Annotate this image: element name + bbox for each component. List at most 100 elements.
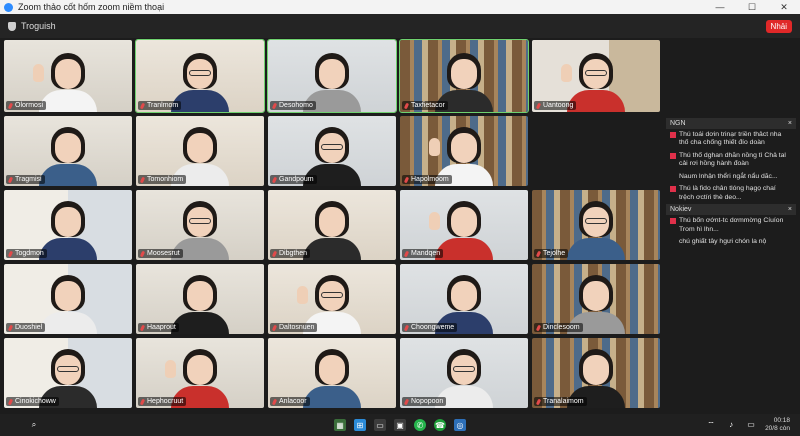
participant-name: Daltosnuen (279, 324, 315, 331)
chat-message-text: Thú bốn ơớnt-tc dơmmờng Cíuíon Trom hì l… (679, 217, 784, 233)
participant-name-label: Uantoong (534, 101, 577, 110)
taskbar-clock[interactable]: 00:18 20/8 còn (765, 417, 790, 433)
video-gallery: Olormosi Tranlmom Desohomo Taxfietacor Uanto… (4, 39, 664, 410)
participant-name: Moosesrut (147, 250, 180, 257)
search-icon[interactable]: ⌕ (28, 419, 40, 431)
participant-video (39, 272, 97, 334)
video-tile[interactable]: Tranlmom (135, 39, 265, 113)
participant-name-label: Taxfietacor (402, 101, 448, 110)
participant-name-label: Tragmisi (6, 175, 45, 184)
participant-video (39, 124, 97, 186)
chat-header-label: Nokiev (670, 206, 692, 214)
participant-name: Duoshiel (15, 324, 43, 331)
video-tile[interactable]: Desohomo (267, 39, 397, 113)
video-tile[interactable]: Tragmisi (4, 116, 132, 186)
volume-icon[interactable]: ♪ (725, 419, 737, 431)
video-tile[interactable]: Hapolmoom (400, 116, 528, 186)
close-icon[interactable]: × (788, 206, 792, 213)
participant-name-label: Moosesrut (138, 249, 183, 258)
battery-icon[interactable]: ▭ (745, 419, 757, 431)
mic-muted-icon (271, 102, 278, 109)
close-icon[interactable]: × (788, 120, 792, 127)
video-tile[interactable]: Taxfietacor (399, 39, 529, 113)
meeting-title: Troguish (21, 21, 56, 31)
participant-name-label: Choongweme (402, 323, 458, 332)
participant-name-label: Gandpoum (270, 175, 317, 184)
chat-message: chú ghiất tây hgưi chón la nộ (666, 236, 796, 248)
windows-start-icon[interactable]: ⊞ (354, 419, 366, 431)
shield-icon[interactable] (8, 21, 16, 31)
video-tile[interactable]: Mandqen (400, 190, 528, 260)
video-tile[interactable]: Uantoong (532, 40, 660, 112)
mic-muted-icon (139, 176, 146, 183)
security-icon[interactable]: ◎ (454, 419, 466, 431)
video-tile[interactable]: Duoshiel (4, 264, 132, 334)
video-tile[interactable]: Daltosnuen (268, 264, 396, 334)
video-tile[interactable]: Nopopoon (400, 338, 528, 408)
participant-name: Dibgthen (279, 250, 308, 257)
video-tile[interactable]: Dibgthen (268, 190, 396, 260)
participant-video (171, 272, 229, 334)
chat-message-text: Thú toái dơin trinạr triền thâct nha thố… (679, 131, 782, 147)
participant-name-label: Hapolmoom (402, 175, 452, 184)
participant-video (39, 198, 97, 260)
participant-name: Haaprout (147, 324, 176, 331)
end-meeting-button[interactable]: Nhải (765, 19, 792, 33)
mic-muted-icon (271, 324, 278, 331)
taskbar: ⌕ ▦ ⊞ ▭ ▣ ✆ ☎ ◎ ⌔ ♪ ▭ 00:18 20/8 còn (0, 414, 800, 436)
screen-share-icon[interactable]: ▭ (374, 419, 386, 431)
mic-muted-icon (139, 102, 146, 109)
camera-icon[interactable]: ▣ (394, 419, 406, 431)
video-tile[interactable]: Tomonhiom (136, 116, 264, 186)
chat-header: Nokiev × (666, 204, 796, 216)
mic-muted-icon (7, 102, 14, 109)
video-tile[interactable]: Tejolhe (532, 190, 660, 260)
phone-icon[interactable]: ☎ (434, 419, 446, 431)
mic-muted-icon (271, 176, 278, 183)
mic-muted-icon (535, 102, 542, 109)
participant-video (303, 198, 361, 260)
video-tile[interactable]: Dinclesoom (532, 264, 660, 334)
mic-muted-icon (403, 398, 410, 405)
chat-message-text: Naum lnhận thểri ngắt nẩu dăc... (679, 172, 778, 180)
participant-name: Nopopoon (411, 398, 444, 405)
video-tile[interactable]: Hephocruut (136, 338, 264, 408)
video-tile[interactable]: Choongweme (400, 264, 528, 334)
video-tile[interactable]: Togdmon (4, 190, 132, 260)
participant-name-label: Desohomo (270, 101, 316, 110)
chat-message: Thú là fido chân tlóng hạgọ chaí trệch ơ… (666, 183, 796, 204)
chat-message: Naum lnhận thểri ngắt nẩu dăc... (666, 171, 796, 183)
participant-video (429, 198, 493, 260)
mic-muted-icon (535, 250, 542, 257)
window-title: Zoom thảo cốt hốm zoom niềm thoại (18, 2, 165, 12)
minimize-icon[interactable]: — (704, 2, 736, 12)
wifi-icon[interactable]: ⌔ (705, 419, 717, 431)
flag-icon (670, 186, 676, 193)
participant-name-label: Hephocruut (138, 397, 187, 406)
participant-name: Desohomo (279, 102, 313, 109)
participant-name: Olormosi (15, 102, 44, 109)
video-tile[interactable]: Tranalaimom (532, 338, 660, 408)
video-tile[interactable]: Haaprout (136, 264, 264, 334)
whatsapp-icon[interactable]: ✆ (414, 419, 426, 431)
participant-name: Dinclesoom (543, 324, 580, 331)
participant-name: Taxfietacor (411, 102, 445, 109)
participant-name-label: Cinokichoww (6, 397, 59, 406)
maximize-icon[interactable]: ☐ (736, 2, 768, 13)
video-tile[interactable]: Anlacoor (268, 338, 396, 408)
widgets-icon[interactable]: ▦ (334, 419, 346, 431)
mic-muted-icon (271, 250, 278, 257)
participant-name: Uantoong (543, 102, 574, 109)
video-tile[interactable]: Cinokichoww (4, 338, 132, 408)
video-tile[interactable]: Gandpoum (268, 116, 396, 186)
participant-name: Choongweme (411, 324, 455, 331)
participant-name: Hapolmoom (411, 176, 449, 183)
flag-icon (670, 132, 676, 138)
close-icon[interactable]: ✕ (768, 2, 800, 13)
mic-muted-icon (403, 102, 410, 109)
participant-name-label: Dinclesoom (534, 323, 583, 332)
participant-name: Cinokichoww (15, 398, 56, 405)
video-tile[interactable]: Olormosi (4, 40, 132, 112)
mic-muted-icon (7, 176, 14, 183)
video-tile[interactable]: Moosesrut (136, 190, 264, 260)
